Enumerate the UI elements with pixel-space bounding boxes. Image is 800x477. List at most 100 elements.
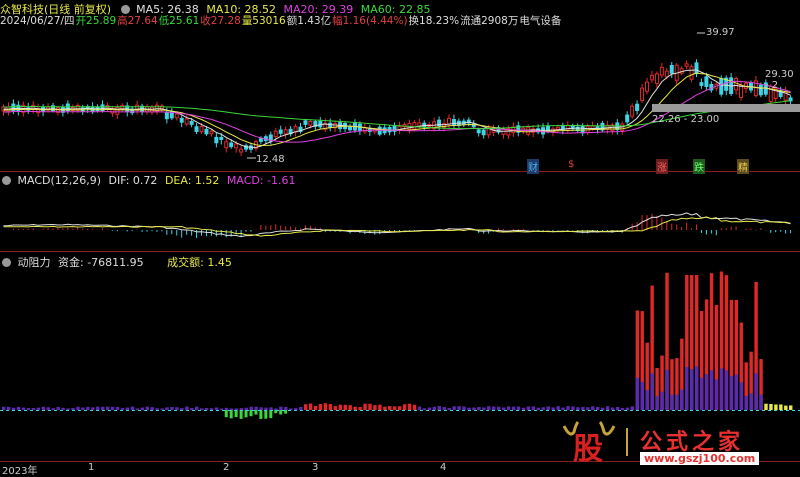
flow-bar xyxy=(160,408,164,410)
flow-baseline xyxy=(306,410,309,411)
flow-bar xyxy=(6,406,11,410)
flow-bar xyxy=(294,408,298,410)
flow-bar xyxy=(91,407,95,410)
flow-fund-bar xyxy=(655,396,659,410)
flow-bar xyxy=(328,404,333,410)
right-price-label: 29.30 - 2 xyxy=(765,69,794,91)
flow-bar xyxy=(526,406,531,410)
price-chart-canvas[interactable] xyxy=(0,0,800,474)
flow-bar xyxy=(388,406,392,410)
flow-baseline xyxy=(600,410,603,411)
flow-baseline xyxy=(180,410,183,411)
flow-title[interactable]: 动阻力 xyxy=(18,254,51,270)
flow-bar xyxy=(150,407,154,410)
candle-body xyxy=(308,121,313,126)
flow-bar xyxy=(358,406,362,410)
flow-bar xyxy=(398,406,402,410)
candle-body xyxy=(704,76,709,87)
candle-body xyxy=(481,129,486,136)
flow-bar xyxy=(348,405,352,410)
event-tag-featured[interactable]: 精 xyxy=(737,159,749,174)
flow-baseline xyxy=(300,410,303,411)
flow-baseline xyxy=(30,410,33,411)
flow-baseline xyxy=(708,410,711,411)
flow-fund-bar xyxy=(734,374,738,410)
low-price-label: 12.48 xyxy=(256,154,285,165)
flow-fund-bar xyxy=(699,377,704,410)
candle-body xyxy=(684,63,689,67)
flow-fund-bar xyxy=(749,393,753,410)
macd-settings-icon[interactable] xyxy=(2,175,11,185)
flow-bar xyxy=(130,406,135,410)
panel-divider xyxy=(0,251,800,252)
flow-bar xyxy=(368,403,372,410)
candle-body xyxy=(278,129,283,134)
flow-bar xyxy=(269,407,273,410)
flow-baseline xyxy=(192,410,195,411)
flow-baseline xyxy=(666,410,669,411)
macd-dif-line xyxy=(3,212,791,238)
flow-bar xyxy=(427,407,432,410)
flow-baseline xyxy=(270,410,273,411)
flow-bar xyxy=(120,408,125,410)
flow-fund-bar xyxy=(635,377,639,410)
flow-bar xyxy=(432,406,437,410)
flow-baseline xyxy=(756,410,759,411)
flow-bar xyxy=(531,406,536,410)
flow-bar xyxy=(610,407,615,410)
flow-fund-bar xyxy=(739,382,743,410)
flow-baseline xyxy=(660,410,663,411)
flow-bar xyxy=(541,407,545,410)
flow-bar xyxy=(155,408,159,410)
flow-fund-bar xyxy=(680,389,684,410)
flow-bar xyxy=(318,404,323,410)
flow-fund-bar xyxy=(704,374,709,410)
flow-baseline xyxy=(474,410,477,411)
flow-bar xyxy=(190,408,194,410)
flow-baseline xyxy=(786,410,789,411)
flow-baseline xyxy=(288,410,291,411)
event-tag-dividend[interactable]: $ xyxy=(568,159,574,170)
flow-baseline xyxy=(324,410,327,411)
flow-bar-neg xyxy=(234,410,238,418)
flow-bar xyxy=(596,406,600,410)
candle-body xyxy=(689,66,694,80)
flow-fund-bar xyxy=(690,369,694,410)
flow-bar xyxy=(46,407,50,410)
event-tag-limit-up[interactable]: 涨 xyxy=(656,159,668,174)
flow-baseline xyxy=(582,410,585,411)
flow-bar xyxy=(249,406,253,410)
event-tag-finance[interactable]: 财 xyxy=(527,159,539,174)
flow-baseline xyxy=(336,410,339,411)
flow-settings-icon[interactable] xyxy=(2,257,11,267)
flow-bar xyxy=(2,406,6,410)
candle-body xyxy=(565,124,570,131)
flow-baseline xyxy=(714,410,717,411)
flow-bar xyxy=(76,406,80,410)
flow-bar xyxy=(140,407,144,410)
flow-bar-neg xyxy=(244,410,248,418)
candle-body xyxy=(199,125,204,133)
flow-bar xyxy=(412,404,417,410)
flow-fund-bar xyxy=(695,366,699,410)
flow-bar xyxy=(254,406,258,410)
flow-fund-bar xyxy=(709,370,714,410)
flow-baseline xyxy=(312,410,315,411)
flow-bar xyxy=(11,407,16,410)
flow-bar xyxy=(383,406,387,410)
flow-baseline xyxy=(60,410,63,411)
candle-body xyxy=(204,128,209,135)
flow-bar xyxy=(303,404,308,410)
macd-value: MACD: -1.61 xyxy=(226,174,296,187)
flow-bar xyxy=(457,406,461,410)
flow-baseline xyxy=(696,410,699,411)
flow-bar-neg xyxy=(264,410,268,419)
candle-body xyxy=(719,78,724,95)
macd-title[interactable]: MACD(12,26,9) xyxy=(18,174,102,187)
flow-bar-neg xyxy=(239,410,243,419)
flow-baseline xyxy=(36,410,39,411)
flow-bar xyxy=(779,404,783,410)
event-tag-limit-down[interactable]: 跌 xyxy=(693,159,705,174)
candle-body xyxy=(476,129,481,134)
flow-baseline xyxy=(588,410,591,411)
